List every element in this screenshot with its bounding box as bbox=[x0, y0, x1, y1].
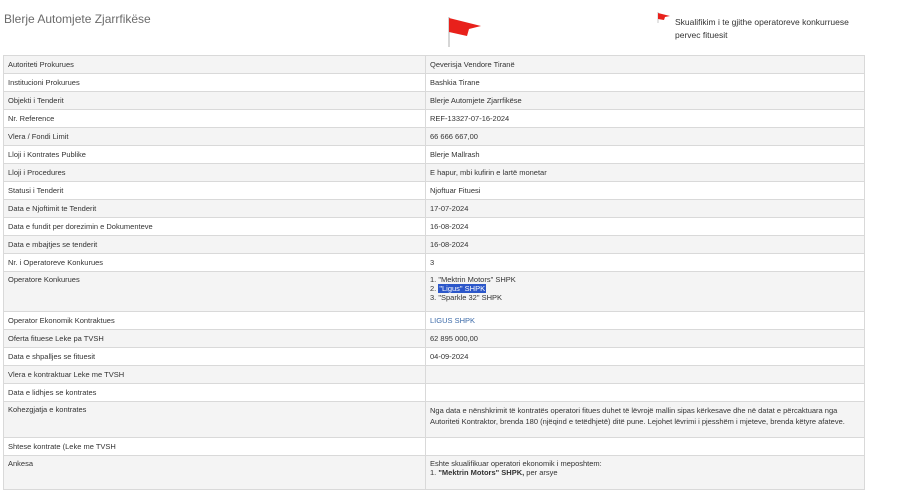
table-row: Data e fundit per dorezimin e Dokumentev… bbox=[3, 217, 865, 236]
row-value: 62 895 000,00 bbox=[425, 329, 865, 348]
table-row-appeal: Ankesa Eshte skualifikuar operatori ekon… bbox=[3, 455, 865, 490]
row-label: Ankesa bbox=[3, 455, 426, 490]
table-row: Nr. Reference REF-13327-07-16-2024 bbox=[3, 109, 865, 128]
legend-text: Skualifikim i te gjithe operatoreve konk… bbox=[675, 17, 849, 40]
table-row: Autoriteti Prokurues Qeverisja Vendore Ti… bbox=[3, 55, 865, 74]
row-value: 16-08-2024 bbox=[425, 217, 865, 236]
table-row: Vlera / Fondi Limit 66 666 667,00 bbox=[3, 127, 865, 146]
appeal-operator-name: "Mektrin Motors" SHPK, bbox=[438, 468, 525, 477]
table-row: Data e lidhjes se kontrates bbox=[3, 383, 865, 402]
row-value: E hapur, mbi kufirin e lartë monetar bbox=[425, 163, 865, 182]
row-label: Vlera / Fondi Limit bbox=[3, 127, 426, 146]
row-label: Vlera e kontraktuar Leke me TVSH bbox=[3, 365, 426, 384]
table-row: Vlera e kontraktuar Leke me TVSH bbox=[3, 365, 865, 384]
row-value: REF-13327-07-16-2024 bbox=[425, 109, 865, 128]
small-red-flag-icon bbox=[657, 12, 670, 23]
row-label: Data e fundit per dorezimin e Dokumentev… bbox=[3, 217, 426, 236]
row-label: Nr. Reference bbox=[3, 109, 426, 128]
row-label: Data e shpalljes se fituesit bbox=[3, 347, 426, 366]
selected-operator-text[interactable]: "Ligus" SHPK bbox=[438, 284, 487, 293]
operators-list: 1. "Mektrin Motors" SHPK 2. "Ligus" SHPK… bbox=[425, 271, 865, 312]
red-flag-icon bbox=[448, 17, 481, 47]
page-title: Blerje Automjete Zjarrfikëse bbox=[4, 12, 151, 26]
row-value: 66 666 667,00 bbox=[425, 127, 865, 146]
appeal-line: Eshte skualifikuar operatori ekonomik i … bbox=[430, 459, 602, 468]
row-value: 3 bbox=[425, 253, 865, 272]
table-row: Lloji i Kontrates Publike Blerje Mallrash bbox=[3, 145, 865, 164]
table-row: Institucioni Prokurues Bashkia Tirane bbox=[3, 73, 865, 92]
row-label: Data e mbajtjes se tenderit bbox=[3, 235, 426, 254]
table-row-operators: Operatore Konkurues 1. "Mektrin Motors" … bbox=[3, 271, 865, 312]
row-label: Lloji i Procedures bbox=[3, 163, 426, 182]
row-value: Njoftuar Fituesi bbox=[425, 181, 865, 200]
row-value bbox=[425, 365, 865, 384]
appeal-reason-text: per arsye bbox=[524, 468, 558, 477]
row-value: 16-08-2024 bbox=[425, 235, 865, 254]
row-label: Statusi i Tenderit bbox=[3, 181, 426, 200]
operator-item: 1. "Mektrin Motors" SHPK bbox=[430, 275, 516, 284]
operator-item: 3. "Sparkle 32" SHPK bbox=[430, 293, 503, 302]
row-value: Blerje Mallrash bbox=[425, 145, 865, 164]
row-label: Lloji i Kontrates Publike bbox=[3, 145, 426, 164]
table-row: Operator Ekonomik Kontraktues LIGUS SHPK bbox=[3, 311, 865, 330]
table-row-duration: Kohezgjatja e kontrates Nga data e nënsh… bbox=[3, 401, 865, 438]
row-value bbox=[425, 437, 865, 456]
row-label: Institucioni Prokurues bbox=[3, 73, 426, 92]
table-row: Data e Njoftimit te Tenderit 17-07-2024 bbox=[3, 199, 865, 218]
table-row: Oferta fituese Leke pa TVSH 62 895 000,00 bbox=[3, 329, 865, 348]
contractor-link[interactable]: LIGUS SHPK bbox=[425, 311, 865, 330]
table-row: Objekti i Tenderit Blerje Automjete Zjarr… bbox=[3, 91, 865, 110]
row-label: Operatore Konkurues bbox=[3, 271, 426, 312]
table-row: Data e mbajtjes se tenderit 16-08-2024 bbox=[3, 235, 865, 254]
tender-details-table: Autoriteti Prokurues Qeverisja Vendore Ti… bbox=[3, 55, 865, 490]
appeal-value: Eshte skualifikuar operatori ekonomik i … bbox=[425, 455, 865, 490]
table-row: Data e shpalljes se fituesit 04-09-2024 bbox=[3, 347, 865, 366]
row-value: Blerje Automjete Zjarrfikëse bbox=[425, 91, 865, 110]
row-label: Operator Ekonomik Kontraktues bbox=[3, 311, 426, 330]
row-label: Data e Njoftimit te Tenderit bbox=[3, 199, 426, 218]
table-row: Nr. i Operatoreve Konkurues 3 bbox=[3, 253, 865, 272]
row-value: Qeverisja Vendore Tiranë bbox=[425, 55, 865, 74]
row-label: Nr. i Operatoreve Konkurues bbox=[3, 253, 426, 272]
table-row: Lloji i Procedures E hapur, mbi kufirin e… bbox=[3, 163, 865, 182]
row-label: Kohezgjatja e kontrates bbox=[3, 401, 426, 438]
table-row: Statusi i Tenderit Njoftuar Fituesi bbox=[3, 181, 865, 200]
row-value: Bashkia Tirane bbox=[425, 73, 865, 92]
appeal-line: 1. "Mektrin Motors" SHPK, per arsye bbox=[430, 468, 860, 477]
row-label: Objekti i Tenderit bbox=[3, 91, 426, 110]
row-label: Oferta fituese Leke pa TVSH bbox=[3, 329, 426, 348]
duration-value: Nga data e nënshkrimit të kontratës oper… bbox=[425, 401, 865, 438]
row-label: Shtese kontrate (Leke me TVSH bbox=[3, 437, 426, 456]
row-value: 04-09-2024 bbox=[425, 347, 865, 366]
row-label: Data e lidhjes se kontrates bbox=[3, 383, 426, 402]
operator-item: 2. "Ligus" SHPK bbox=[430, 284, 860, 293]
row-value bbox=[425, 383, 865, 402]
row-value: 17-07-2024 bbox=[425, 199, 865, 218]
table-row: Shtese kontrate (Leke me TVSH bbox=[3, 437, 865, 456]
row-label: Autoriteti Prokurues bbox=[3, 55, 426, 74]
